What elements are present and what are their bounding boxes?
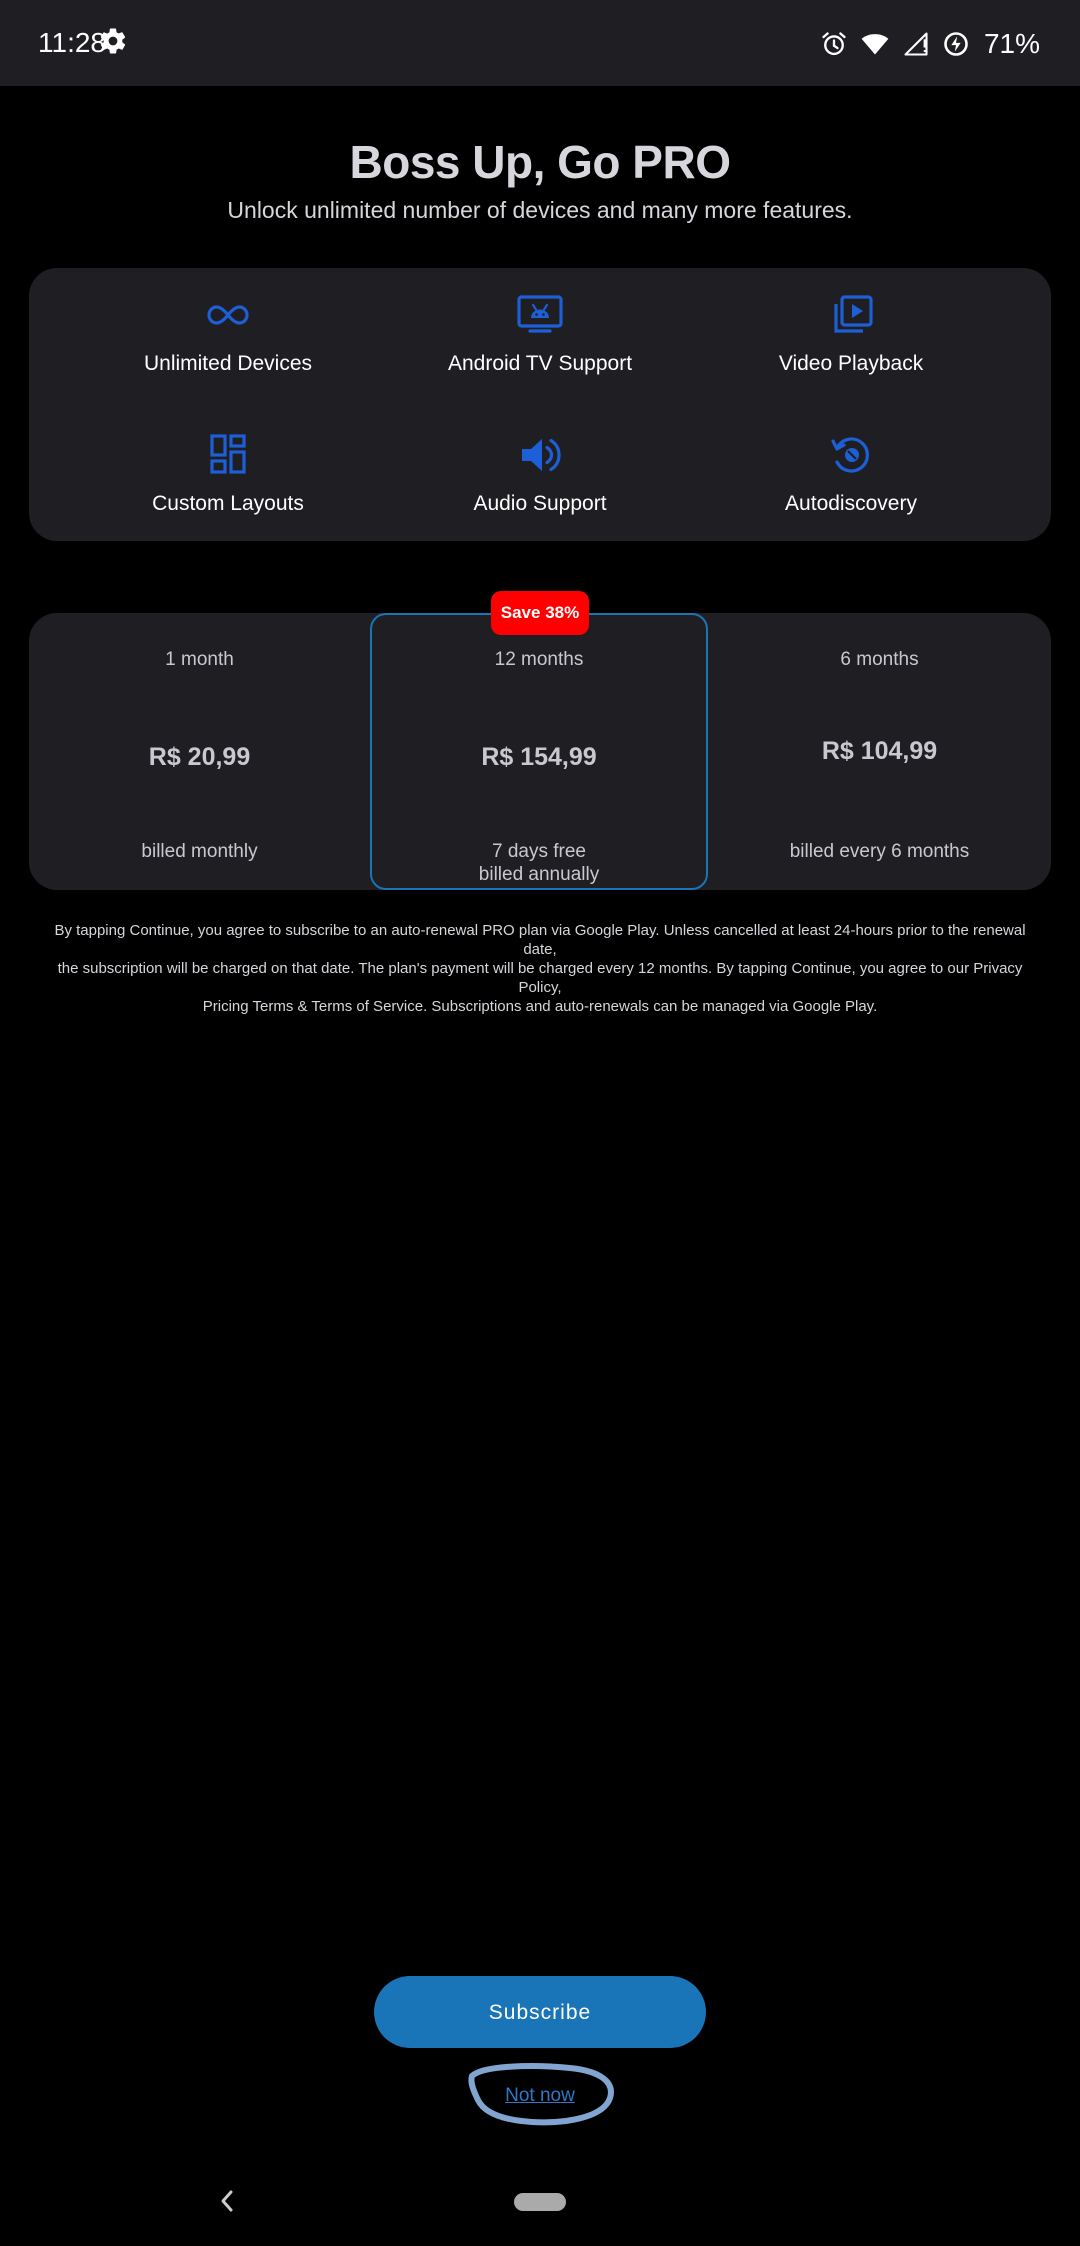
legal-text: By tapping Continue, you agree to subscr…: [40, 921, 1040, 1016]
not-now-container: Not now: [460, 2062, 620, 2132]
dashboard-layout-icon: [210, 434, 246, 474]
page-subtitle: Unlock unlimited number of devices and m…: [227, 197, 853, 223]
plan-price: R$ 20,99: [148, 743, 251, 771]
subscribe-button[interactable]: Subscribe: [374, 1976, 706, 2048]
legal-line: By tapping Continue, you agree to subscr…: [54, 922, 1026, 958]
wifi-icon: [861, 34, 889, 55]
alarm-icon: [822, 32, 846, 56]
feature-label: Unlimited Devices: [143, 352, 313, 375]
autodiscovery-icon: [831, 437, 869, 473]
back-nav-icon[interactable]: [214, 2186, 240, 2216]
feature-label: Audio Support: [473, 492, 607, 515]
feature-video-playback: Video Playback: [701, 294, 1001, 378]
video-playback-icon: [834, 295, 873, 333]
feature-label: Video Playback: [778, 352, 924, 375]
selected-plan-outline: [370, 613, 708, 890]
features-panel: Unlimited Devices Android TV Support Vid…: [29, 268, 1051, 541]
plan-term: 1 month: [165, 649, 234, 670]
battery-saver-icon: [944, 32, 968, 56]
feature-label: Custom Layouts: [152, 492, 304, 515]
legal-line: Pricing Terms & Terms of Service. Subscr…: [202, 998, 878, 1015]
plan-price: R$ 104,99: [821, 737, 938, 765]
plan-option-1-month[interactable]: 1 month R$ 20,99 billed monthly: [29, 613, 370, 890]
feature-unlimited-devices: Unlimited Devices: [78, 294, 378, 378]
legal-line: the subscription will be charged on that…: [57, 960, 1023, 996]
feature-autodiscovery: Autodiscovery: [701, 434, 1001, 518]
feature-label: Autodiscovery: [785, 492, 917, 515]
status-time: 11:28: [38, 27, 106, 58]
not-now-link[interactable]: Not now: [460, 2082, 620, 2110]
infinity-icon: [207, 305, 249, 325]
feature-android-tv-support: Android TV Support: [390, 294, 690, 378]
feature-label: Android TV Support: [447, 352, 633, 375]
feature-custom-layouts: Custom Layouts: [78, 434, 378, 518]
feature-audio-support: Audio Support: [390, 434, 690, 518]
battery-percent: 71%: [983, 28, 1040, 59]
gear-icon: [100, 28, 126, 54]
home-nav-pill[interactable]: [514, 2193, 566, 2211]
speaker-icon: [522, 438, 561, 472]
plan-term: 6 months: [840, 649, 919, 670]
signal-icon: [904, 32, 928, 56]
status-icons: 71%: [820, 24, 1040, 64]
plan-option-6-months[interactable]: 6 months R$ 104,99 billed every 6 months: [708, 613, 1051, 890]
plan-billing: billed monthly: [141, 841, 258, 862]
plan-billing: billed every 6 months: [789, 841, 970, 862]
page-title: Boss Up, Go PRO: [349, 136, 731, 188]
android-tv-icon: [517, 295, 563, 333]
status-bar: 11:28 71%: [0, 0, 1080, 86]
save-badge: Save 38%: [491, 591, 589, 635]
